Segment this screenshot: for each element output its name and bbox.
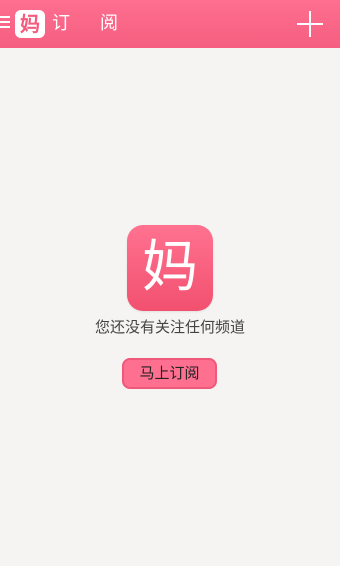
- subscribe-now-button[interactable]: 马上订阅: [122, 358, 217, 389]
- empty-state-message: 您还没有关注任何频道: [94, 318, 245, 336]
- empty-state-logo-icon: 妈: [127, 225, 213, 311]
- top-bar: 妈 订阅: [0, 0, 340, 48]
- app-logo-icon[interactable]: 妈: [15, 10, 45, 38]
- page-title: 订阅: [52, 13, 148, 34]
- hamburger-menu-icon[interactable]: [0, 16, 12, 30]
- app-logo-char: 妈: [20, 12, 40, 36]
- empty-logo-char: 妈: [142, 235, 198, 300]
- plus-icon[interactable]: [297, 11, 323, 37]
